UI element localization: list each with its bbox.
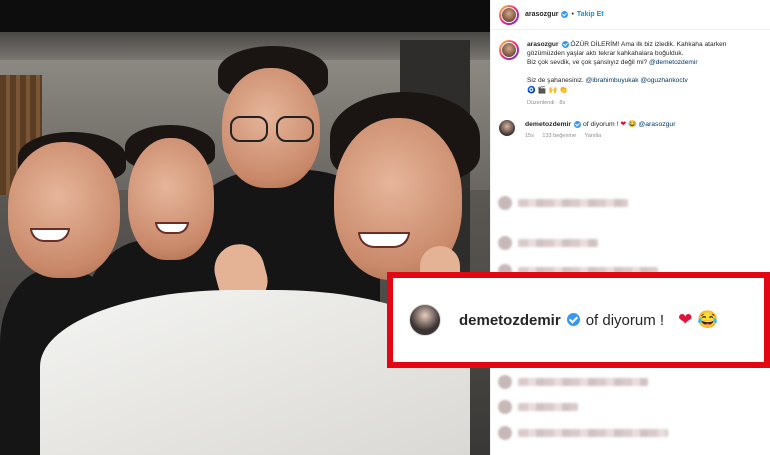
follow-button[interactable]: Takip Et — [577, 11, 604, 18]
comment-text: of diyorum ! — [582, 121, 619, 128]
caption-mention-oguzhankoctv[interactable]: @oguzhankoctv — [640, 77, 687, 84]
blurred-comment — [498, 236, 598, 250]
heart-emoji-icon: ❤ — [620, 121, 627, 128]
clap-emoji-icon: 👏 — [559, 87, 568, 94]
comment-reply-button[interactable]: Yanıtla — [584, 133, 601, 139]
caption-mention-ibrahimbuyukak[interactable]: @ibrahimbuyukak — [586, 77, 639, 84]
clapper-emoji-icon: 🎬 — [537, 87, 547, 94]
post-header: arasozgur • Takip Et — [491, 0, 770, 30]
verified-badge-icon — [561, 11, 569, 18]
heart-emoji-icon: ❤ — [678, 310, 693, 329]
blurred-comment — [498, 375, 648, 389]
laugh-emoji-icon: 😂 — [627, 121, 637, 128]
caption-mention-demetozdemir[interactable]: @demetozdemir — [649, 59, 697, 66]
photo-top-bar — [0, 0, 490, 32]
post-caption: arasozgur ÖZÜR DİLERİM! Ama ilk biz izle… — [491, 30, 770, 108]
highlight-avatar — [409, 304, 441, 336]
caption-emojis: 🧿 🎬 🙌 👏 — [527, 86, 762, 95]
comment-age: 15s — [525, 133, 534, 139]
header-separator: • — [571, 11, 574, 18]
post-photo — [0, 0, 490, 455]
caption-username[interactable]: arasozgur — [527, 41, 559, 48]
caption-text-3: Siz de şahanesiniz. — [527, 77, 584, 84]
comment-mention-arasozgur[interactable]: @arasozgur — [638, 121, 675, 128]
caption-text-2: Biz çok sevdik, ve çok şanslıyız değil m… — [527, 59, 648, 66]
blurred-comment — [498, 400, 578, 414]
author-username[interactable]: arasozgur — [525, 11, 558, 18]
comment-demetozdemir: demetozdemir of diyorum ! ❤ 😂 @arasozgur… — [491, 108, 770, 139]
nazar-emoji-icon: 🧿 — [527, 87, 536, 94]
highlight-text: of diyorum ! — [585, 311, 665, 329]
comment-username[interactable]: demetozdemir — [525, 121, 571, 128]
blurred-comment — [498, 196, 628, 210]
comment-highlight-box: demetozdemir of diyorum ! ❤ 😂 — [387, 272, 770, 368]
raised-hands-emoji-icon: 🙌 — [548, 87, 558, 94]
highlight-username: demetozdemir — [459, 311, 561, 329]
author-avatar[interactable] — [499, 4, 519, 25]
caption-body: arasozgur ÖZÜR DİLERİM! Ama ilk biz izle… — [527, 40, 762, 108]
laugh-emoji-icon: 😂 — [697, 310, 719, 329]
caption-avatar[interactable] — [499, 40, 519, 60]
blurred-comment — [498, 426, 668, 440]
edited-meta: Düzenlendi · 8s — [527, 100, 566, 106]
verified-badge-icon — [566, 312, 580, 326]
verified-badge-icon — [574, 120, 582, 128]
verified-badge-icon — [561, 40, 569, 48]
comment-avatar[interactable] — [499, 120, 515, 136]
comment-likes[interactable]: 133 beğenme — [542, 133, 576, 139]
